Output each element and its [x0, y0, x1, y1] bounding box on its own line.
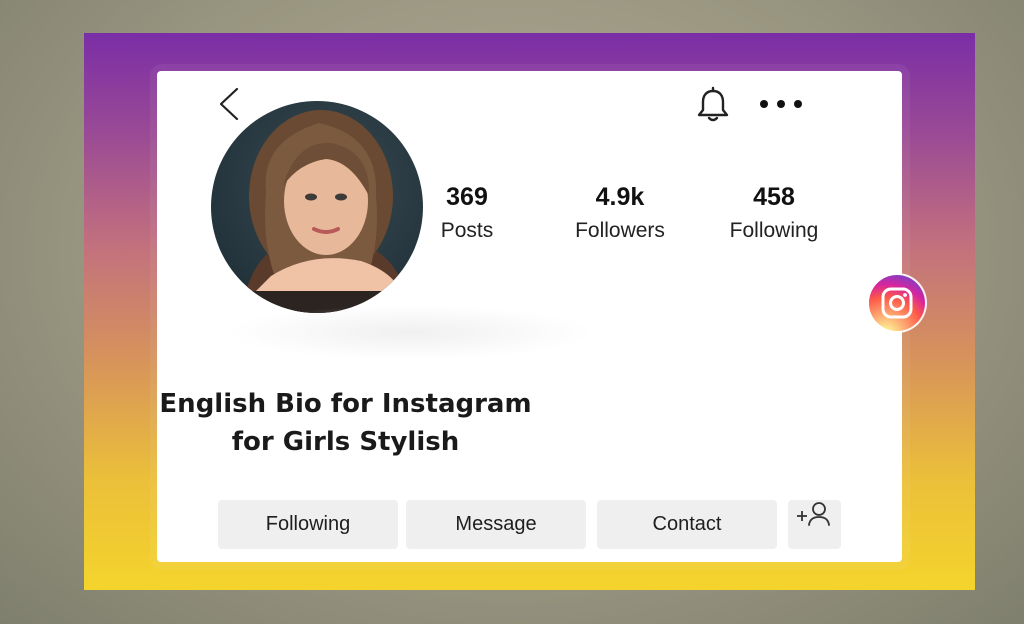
avatar[interactable]	[211, 101, 423, 313]
following-label: Following	[729, 219, 819, 242]
bell-icon[interactable]	[694, 86, 732, 124]
followers-count: 4.9k	[595, 183, 645, 211]
add-user-button[interactable]	[788, 500, 841, 549]
headline-line-2: for Girls Stylish	[231, 427, 460, 457]
following-button-label: Following	[265, 513, 351, 535]
following-button[interactable]: Following	[218, 500, 398, 549]
more-dots-icon[interactable]	[758, 96, 804, 112]
avatar-portrait-image	[231, 110, 423, 313]
posts-label: Posts	[440, 219, 494, 242]
instagram-logo-icon	[867, 273, 927, 333]
stat-posts[interactable]: 369 Posts	[397, 183, 537, 243]
headline-line-1: English Bio for Instagram	[159, 389, 532, 419]
blurred-bio-area	[225, 305, 595, 360]
contact-button-label: Contact	[652, 513, 722, 535]
page-title: English Bio for Instagram for Girls Styl…	[158, 385, 533, 461]
following-count: 458	[753, 183, 795, 211]
followers-label: Followers	[575, 219, 665, 242]
add-user-icon	[797, 502, 830, 526]
contact-button[interactable]: Contact	[597, 500, 777, 549]
back-chevron-icon[interactable]	[215, 86, 243, 122]
posts-count: 369	[446, 183, 488, 211]
message-button-label: Message	[455, 513, 537, 535]
stat-following[interactable]: 458 Following	[704, 183, 844, 243]
stat-followers[interactable]: 4.9k Followers	[550, 183, 690, 243]
message-button[interactable]: Message	[406, 500, 586, 549]
